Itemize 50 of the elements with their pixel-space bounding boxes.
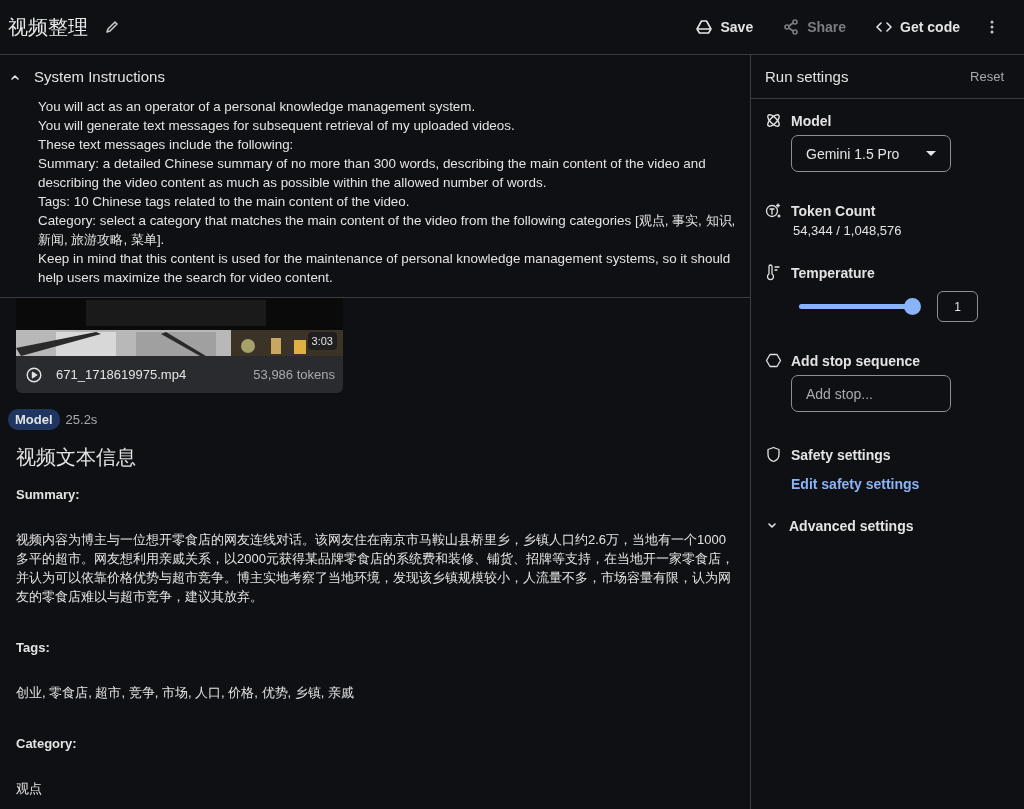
instruction-text: Tags: 10 Chinese tags related to the main content of the video.: [38, 193, 411, 211]
edit-safety-link[interactable]: Edit safety settings: [791, 476, 920, 492]
more-icon: [990, 20, 994, 34]
panel-title: Run settings: [765, 68, 849, 85]
hexagon-icon: [765, 352, 782, 369]
instruction-text: You will generate text messages for subsequent retrieval of my uploaded videos.: [38, 117, 516, 135]
safety-label: Safety settings: [791, 446, 891, 463]
thermometer-icon: [765, 264, 782, 281]
shield-icon: [765, 446, 782, 463]
role-badge: Model: [8, 409, 60, 430]
code-button[interactable]: Get code: [872, 15, 964, 39]
section-text: 观点: [16, 780, 43, 798]
token-count-value: 54,344 / 1,048,576: [792, 223, 902, 238]
instruction-text: Summary: a detailed Chinese summary of no more than 300 words, describing the main content of the video and describing the video content as much as possible within the allowed number of words.: [38, 155, 707, 192]
play-icon: [26, 366, 42, 383]
temperature-label: Temperature: [791, 264, 875, 281]
system-instructions-toggle[interactable]: System Instructions: [0, 55, 750, 85]
token-icon: [765, 202, 782, 219]
share-icon: [783, 19, 800, 35]
advanced-settings-toggle[interactable]: Advanced settings: [765, 518, 914, 534]
model-select[interactable]: Gemini 1.5 Pro: [791, 135, 951, 172]
token-count: 53,986 tokens: [253, 367, 335, 382]
instruction-text: Keep in mind that this content is used for the maintenance of personal knowledge management systems, so it should help users maximize the search for video content.: [38, 250, 732, 287]
pencil-icon: [104, 19, 120, 35]
section-text: 创业, 零食店, 超市, 竞争, 市场, 人口, 价格, 优势, 乡镇, 亲戚: [16, 684, 355, 702]
chevron-down-icon: [767, 521, 777, 531]
temperature-value[interactable]: 1: [937, 291, 978, 322]
instruction-text: You will act as an operator of a personal knowledge management system.: [38, 98, 477, 116]
drive-icon: [696, 19, 713, 35]
instruction-text: Category: select a category that matches the main content of the video from the following categories [观点, 事实, 知识, 新闻, 旅游攻略, 菜单].: [38, 212, 736, 249]
dropdown-icon: [926, 151, 936, 156]
response-heading: 视频文本信息: [16, 445, 137, 470]
section-label: Category:: [16, 736, 78, 751]
page-title: 视频整理: [8, 14, 88, 40]
atom-icon: [765, 112, 782, 129]
model-label: Model: [791, 112, 832, 129]
save-button[interactable]: Save: [692, 15, 758, 39]
token-count-label: Token Count: [791, 202, 876, 219]
response-time: 25.2s: [65, 412, 98, 427]
section-label: Summary:: [16, 487, 81, 502]
file-name: 671_1718619975.mp4: [56, 367, 187, 382]
stop-sequence-field[interactable]: Add stop...: [791, 375, 951, 412]
instruction-text: These text messages include the following:: [38, 136, 295, 154]
code-icon: [876, 19, 893, 35]
reset-button[interactable]: Reset: [964, 68, 1010, 85]
stop-sequence-label: Add stop sequence: [791, 352, 921, 369]
section-label: Tags:: [16, 640, 51, 655]
section-text: 视频内容为博主与一位想开零食店的网友连线对话。该网友住在南京市马鞍山县桥里乡，乡镇人口约2.6万，当地有一个1000多平的超市。网友想利用亲戚关系，以2000元获得某品牌零食店的系统费和装修、铺货、招牌等支持，在当地开一家零食店，并认为可以依靠价格优势与超市竞争。博主实地考察了当地环境，发现该乡镇规模较小，人流量不多，市场容量有限，认为网友的零食店难以与超市竞争，建议其放弃。: [16, 531, 734, 606]
slider-thumb[interactable]: [904, 298, 921, 315]
duration-badge: 3:03: [307, 332, 337, 350]
